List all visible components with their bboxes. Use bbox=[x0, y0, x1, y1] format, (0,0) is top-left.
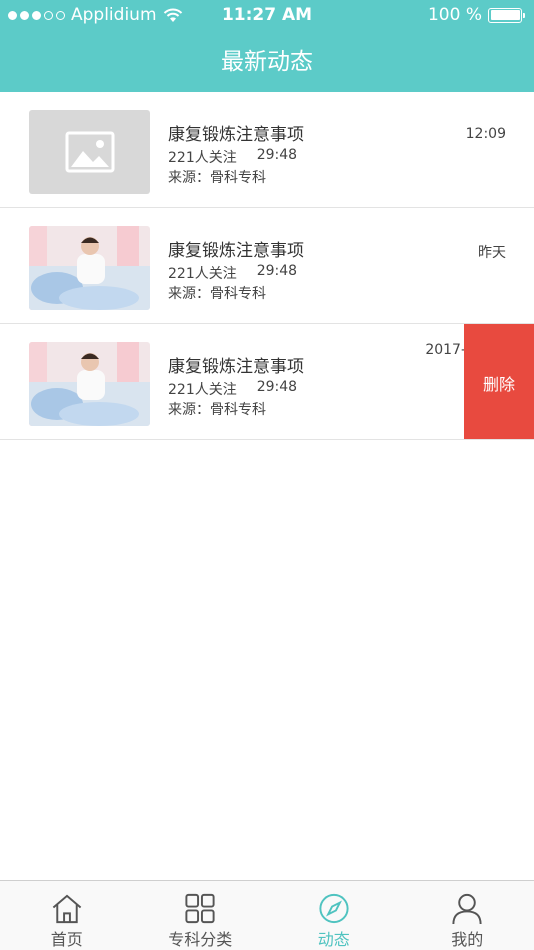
status-bar: Applidium 11:27 AM 100 % bbox=[0, 0, 534, 30]
compass-icon bbox=[319, 893, 349, 924]
item-title: 康复锻炼注意事项 bbox=[168, 357, 304, 377]
list-item[interactable]: 康复锻炼注意事项 221人关注 29:48 来源：骨科专科 12:09 bbox=[0, 92, 534, 208]
tab-news[interactable]: 动态 bbox=[267, 881, 401, 950]
item-title: 康复锻炼注意事项 bbox=[168, 125, 304, 145]
item-time: 2017- bbox=[425, 342, 466, 358]
list-item-swiped[interactable]: 康复锻炼注意事项 221人关注 29:48 来源：骨科专科 2017- 删除 bbox=[0, 324, 534, 440]
tab-label: 专科分类 bbox=[168, 930, 233, 949]
item-content[interactable]: 康复锻炼注意事项 221人关注 29:48 来源：骨科专科 2017- bbox=[0, 324, 534, 439]
item-duration: 29:48 bbox=[256, 263, 298, 279]
nurse-photo bbox=[29, 342, 150, 426]
battery-percent: 100 % bbox=[427, 5, 482, 25]
tab-bar: 首页 专科分类 动态 我的 bbox=[0, 880, 534, 950]
tab-label: 动态 bbox=[317, 930, 350, 949]
tab-profile[interactable]: 我的 bbox=[401, 881, 534, 950]
news-list: 康复锻炼注意事项 221人关注 29:48 来源：骨科专科 12:09 康复锻炼… bbox=[0, 92, 534, 440]
item-source: 来源：骨科专科 bbox=[168, 286, 266, 302]
top-bar: Applidium 11:27 AM 100 % 最新动态 bbox=[0, 0, 534, 92]
tab-label: 首页 bbox=[50, 930, 83, 949]
battery-icon bbox=[488, 7, 525, 23]
placeholder-image-icon bbox=[29, 110, 150, 194]
item-duration: 29:48 bbox=[256, 379, 298, 395]
tab-categories[interactable]: 专科分类 bbox=[134, 881, 268, 950]
item-time: 12:09 bbox=[465, 126, 506, 142]
item-meta: 221人关注 29:48 bbox=[168, 379, 297, 399]
tab-label: 我的 bbox=[451, 930, 484, 949]
nurse-photo bbox=[29, 226, 150, 310]
delete-button[interactable]: 删除 bbox=[464, 324, 534, 439]
item-duration: 29:48 bbox=[256, 147, 298, 163]
item-followers: 221人关注 bbox=[168, 266, 237, 282]
grid-icon bbox=[185, 893, 215, 924]
item-followers: 221人关注 bbox=[168, 382, 237, 398]
item-title: 康复锻炼注意事项 bbox=[168, 241, 304, 261]
item-time: 昨天 bbox=[478, 245, 506, 261]
item-source: 来源：骨科专科 bbox=[168, 170, 266, 186]
page-title: 最新动态 bbox=[221, 49, 313, 75]
user-icon bbox=[452, 893, 482, 925]
tab-home[interactable]: 首页 bbox=[0, 881, 134, 950]
item-meta: 221人关注 29:48 bbox=[168, 263, 297, 283]
item-followers: 221人关注 bbox=[168, 150, 237, 166]
item-source: 来源：骨科专科 bbox=[168, 402, 266, 418]
list-item[interactable]: 康复锻炼注意事项 221人关注 29:48 来源：骨科专科 昨天 bbox=[0, 208, 534, 324]
home-icon bbox=[52, 894, 81, 924]
battery-status: 100 % bbox=[427, 5, 525, 25]
item-meta: 221人关注 29:48 bbox=[168, 147, 297, 167]
